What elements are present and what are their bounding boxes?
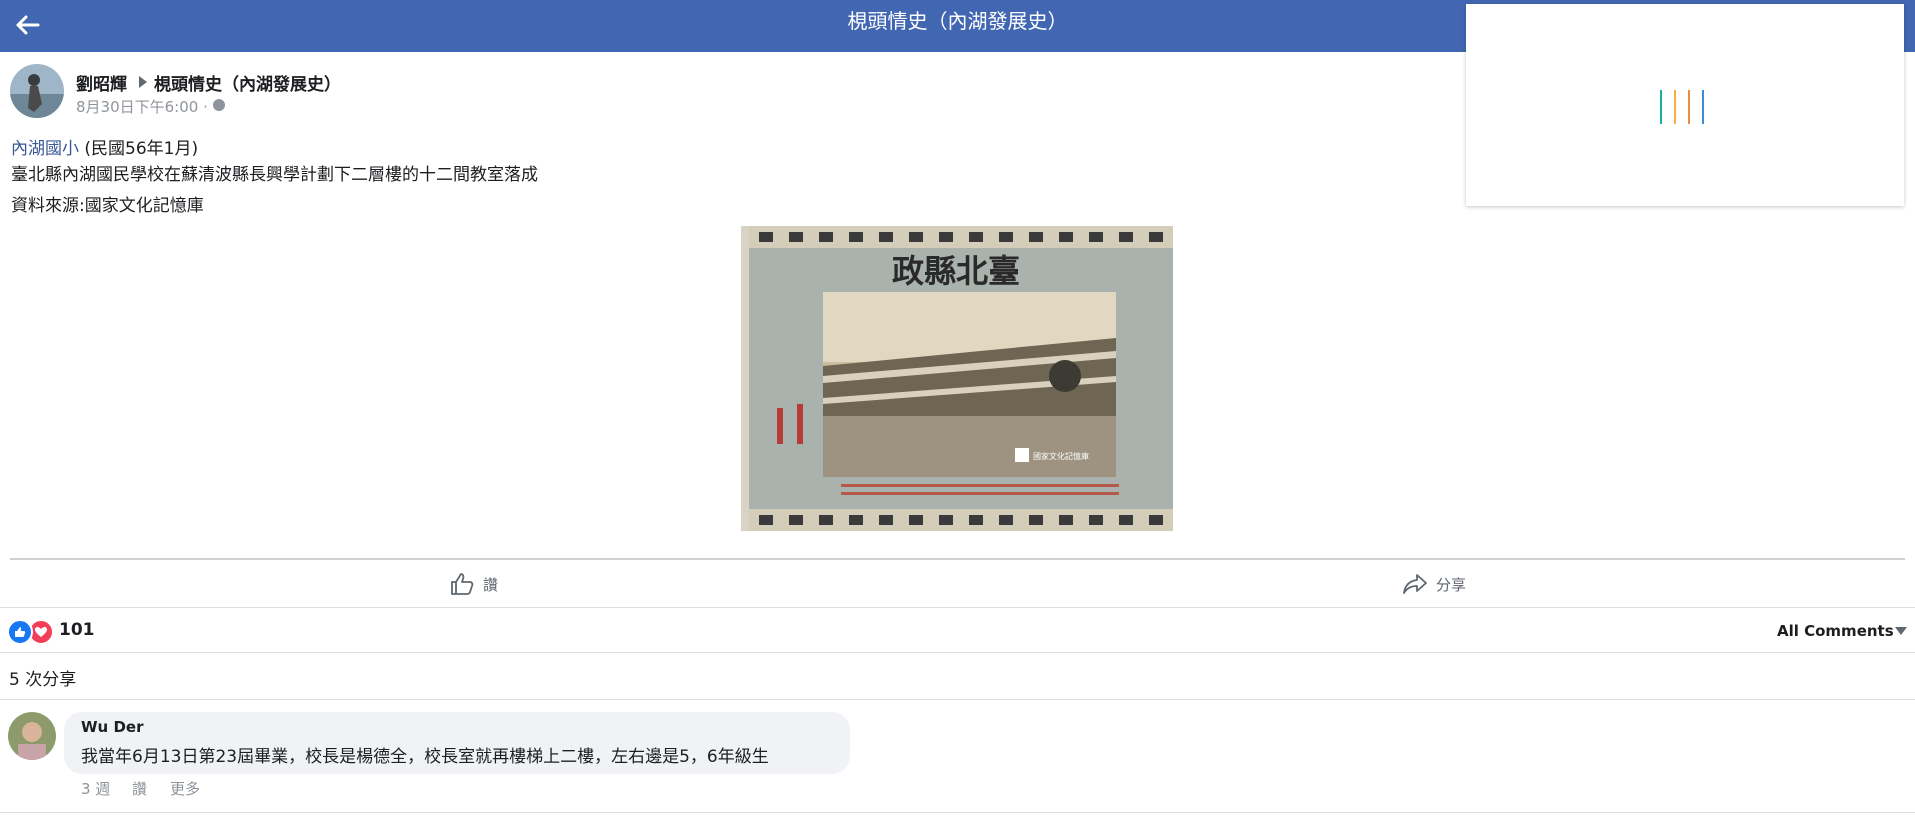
reaction-count[interactable]: 101: [59, 620, 95, 640]
post-timestamp[interactable]: 8月30日下午6:00 ·: [76, 96, 208, 117]
share-arrow-icon: [1403, 574, 1427, 594]
post-line-1: 內湖國小 (民國56年1月): [11, 134, 198, 159]
author-avatar[interactable]: [10, 64, 64, 118]
like-button[interactable]: 讚: [449, 568, 498, 600]
photo-watermark: 國家文化記憶庫: [1033, 451, 1089, 461]
post-photo[interactable]: 政縣北臺 國家文化記憶庫: [741, 226, 1173, 531]
group-name-link[interactable]: 梘頭情史（內湖發展史）: [154, 70, 341, 95]
post-author-link[interactable]: 劉昭輝: [76, 70, 127, 95]
globe-icon: [213, 99, 225, 111]
school-link[interactable]: 內湖國小: [11, 139, 79, 159]
divider: [0, 607, 1915, 608]
divider: [10, 558, 1905, 560]
divider: [0, 652, 1915, 653]
like-label: 讚: [483, 575, 499, 594]
comment-sort-dropdown[interactable]: All Comments: [1777, 622, 1894, 640]
post-line-2: 臺北縣內湖國民學校在蘇清波縣長興學計劃下二層樓的十二間教室落成: [11, 165, 538, 185]
photo-banner-text: 政縣北臺: [892, 252, 1020, 290]
comment-more-button[interactable]: 更多: [170, 778, 200, 799]
share-button[interactable]: 分享: [1402, 568, 1466, 600]
commenter-avatar[interactable]: [8, 712, 56, 760]
loading-bar: [1688, 90, 1690, 124]
comment-like-button[interactable]: 讚: [132, 778, 147, 799]
post-line-1-rest: (民國56年1月): [79, 139, 199, 159]
like-reaction-icon: [7, 619, 33, 645]
divider: [0, 812, 1915, 813]
share-label: 分享: [1436, 575, 1467, 594]
comment-text: 我當年6月13日第23屆畢業，校長是楊德全，校長室就再樓梯上二樓，左右邊是5，6…: [81, 747, 769, 767]
commenter-name[interactable]: Wu Der: [81, 718, 143, 736]
loading-bar: [1674, 90, 1676, 124]
loading-bar: [1660, 90, 1662, 124]
post-line-3: 資料來源:國家文化記憶庫: [11, 196, 204, 216]
share-count[interactable]: 5 次分享: [9, 665, 76, 690]
thumbs-up-icon: [451, 573, 474, 595]
caret-down-icon[interactable]: [1895, 627, 1907, 635]
loading-bar: [1702, 90, 1704, 124]
triangle-right-icon: [139, 76, 147, 88]
divider: [0, 699, 1915, 700]
comment-time[interactable]: 3 週: [81, 778, 110, 799]
loading-overlay: [1466, 4, 1904, 206]
